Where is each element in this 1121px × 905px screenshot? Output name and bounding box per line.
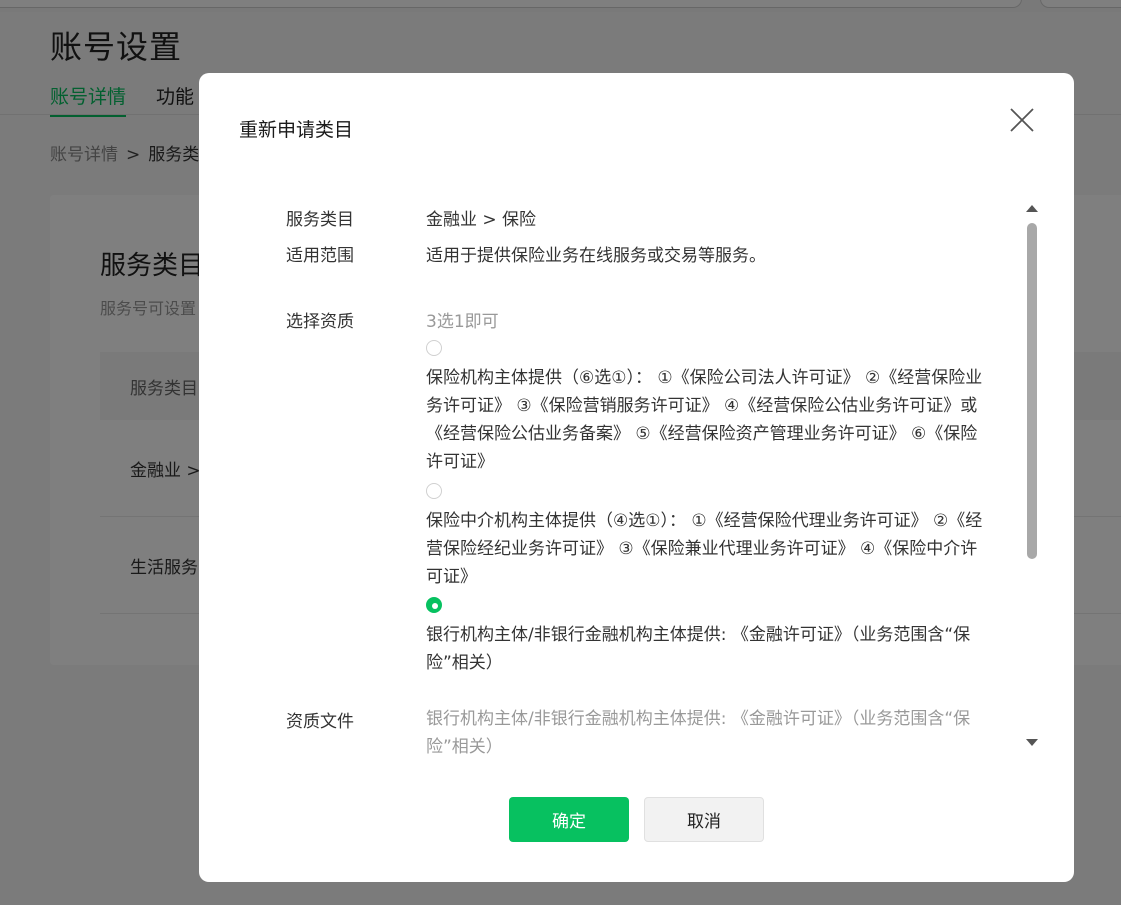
qualification-file-value: 银行机构主体/非银行金融机构主体提供: 《金融许可证》（业务范围含“保险”相关） — [426, 709, 971, 757]
service-category-label: 服务类目 — [286, 210, 354, 230]
dialog-scrollbar[interactable] — [1025, 201, 1039, 757]
qualification-option-text[interactable]: 保险机构主体提供（⑥选①）： ①《保险公司法人许可证》 ②《经营保险业务许可证》… — [426, 364, 986, 476]
scope-value: 适用于提供保险业务在线服务或交易等服务。 — [426, 246, 766, 266]
qualification-option-text[interactable]: 保险中介机构主体提供（④选①）： ①《经营保险代理业务许可证》 ②《经营保险经纪… — [426, 507, 986, 591]
reapply-category-dialog: 重新申请类目 服务类目 金融业 > 保险 适用范围 适用于提供保险业务在线服务或… — [199, 73, 1074, 882]
radio-button[interactable] — [426, 340, 442, 356]
scroll-down-arrow-icon[interactable] — [1026, 739, 1038, 746]
qualification-file-label: 资质文件 — [286, 712, 354, 732]
qualification-select-label: 选择资质 — [286, 312, 354, 332]
close-icon — [1010, 108, 1034, 132]
qualification-hint: 3选1即可 — [426, 312, 499, 332]
dialog-title: 重新申请类目 — [239, 119, 354, 141]
scope-label: 适用范围 — [286, 246, 354, 266]
radio-button-selected[interactable] — [426, 597, 442, 613]
scrollbar-thumb[interactable] — [1027, 223, 1037, 559]
confirm-button[interactable]: 确定 — [509, 797, 629, 842]
service-category-value: 金融业 > 保险 — [426, 210, 537, 230]
close-button[interactable] — [1007, 105, 1037, 135]
scroll-up-arrow-icon[interactable] — [1026, 205, 1038, 212]
cancel-button[interactable]: 取消 — [644, 797, 764, 842]
dialog-scroll-content[interactable]: 服务类目 金融业 > 保险 适用范围 适用于提供保险业务在线服务或交易等服务。 … — [259, 197, 1029, 757]
qualification-option-text[interactable]: 银行机构主体/非银行金融机构主体提供: 《金融许可证》（业务范围含“保险”相关） — [426, 621, 986, 677]
radio-button[interactable] — [426, 483, 442, 499]
